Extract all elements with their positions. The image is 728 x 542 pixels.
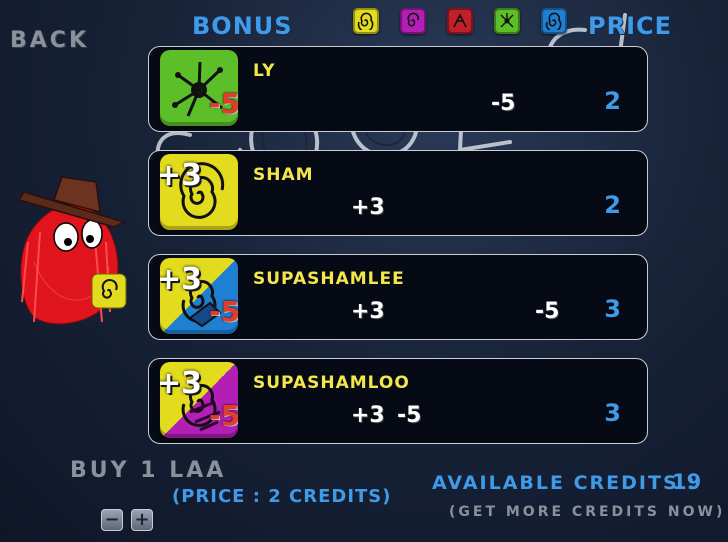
green-splat-icon: -5 <box>160 50 238 126</box>
item-overlay-minus: -5 <box>208 399 238 432</box>
yellow-spiral-icon[interactable] <box>353 8 379 34</box>
item-name: LY <box>253 61 276 81</box>
yellow-spiral-icon: +3 <box>160 154 238 230</box>
item-stat-b: -5 <box>397 403 422 428</box>
blue-spiral-icon[interactable] <box>541 8 567 34</box>
magenta-spiral-icon[interactable] <box>400 8 426 34</box>
list-item[interactable]: +3 SHAM +3 2 <box>148 150 648 236</box>
green-splat-icon[interactable] <box>494 8 520 34</box>
item-name: SHAM <box>253 165 314 185</box>
get-more-credits-link[interactable]: (GET MORE CREDITS NOW) <box>449 504 725 520</box>
buy-price-label: (PRICE : 2 CREDITS) <box>172 486 392 507</box>
item-price: 3 <box>604 295 621 323</box>
list-item[interactable]: +3 -5 SUPASHAMLEE +3 -5 3 <box>148 254 648 340</box>
available-credits-label: AVAILABLE CREDITS : <box>432 472 697 494</box>
yellow-blue-spiral-icon: +3 -5 <box>160 258 238 334</box>
red-blob-character <box>17 176 127 325</box>
yellow-magenta-spiral-icon: +3 -5 <box>160 362 238 438</box>
list-item[interactable]: -5 LY -5 2 <box>148 46 648 132</box>
item-overlay-plus: +3 <box>160 158 203 193</box>
item-stat-c: -5 <box>535 299 560 324</box>
item-stat-a: +3 <box>351 299 385 324</box>
item-stat-c: -5 <box>491 91 516 116</box>
item-name: SUPASHAMLEE <box>253 269 405 289</box>
item-price: 2 <box>604 87 621 115</box>
decrement-button[interactable]: − <box>101 509 123 531</box>
increment-button[interactable]: + <box>131 509 153 531</box>
back-button[interactable]: BACK <box>10 28 89 53</box>
item-stat-a: +3 <box>351 195 385 220</box>
item-name: SUPASHAMLOO <box>253 373 410 393</box>
list-item[interactable]: +3 -5 SUPASHAMLOO +3 -5 3 <box>148 358 648 444</box>
item-overlay-minus: -5 <box>208 87 238 120</box>
item-stat-a: +3 <box>351 403 385 428</box>
item-price: 2 <box>604 191 621 219</box>
item-overlay-plus: +3 <box>160 366 203 401</box>
buy-label: BUY 1 LAA <box>70 458 227 483</box>
bonus-header: BONUS <box>192 12 293 40</box>
item-overlay-plus: +3 <box>160 262 203 297</box>
red-shard-icon[interactable] <box>447 8 473 34</box>
available-credits-value: 19 <box>672 470 702 494</box>
price-header: PRICE <box>588 12 673 40</box>
item-price: 3 <box>604 399 621 427</box>
item-overlay-minus: -5 <box>208 295 238 328</box>
